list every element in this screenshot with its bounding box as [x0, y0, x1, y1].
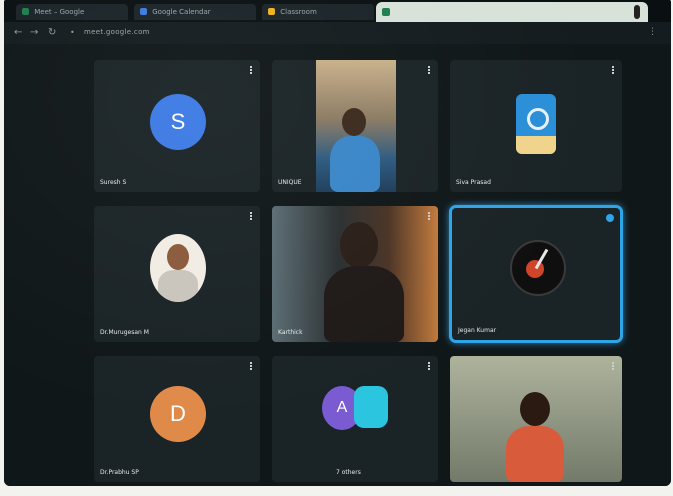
- url-field[interactable]: meet.google.com: [84, 28, 150, 36]
- participant-tile[interactable]: [450, 356, 622, 482]
- active-browser-tab[interactable]: [376, 2, 648, 24]
- person-figure: [324, 266, 404, 342]
- logo-base: [516, 136, 556, 154]
- person-figure: [340, 222, 378, 268]
- person-figure: [520, 392, 550, 426]
- participant-tile[interactable]: Karthick: [272, 206, 438, 342]
- profile-logo: [516, 94, 556, 154]
- back-arrow-icon[interactable]: ←: [14, 27, 22, 39]
- participant-tile[interactable]: Dr.Murugesan M: [94, 206, 260, 342]
- calendar-favicon-icon: [140, 8, 147, 15]
- participant-video: [316, 60, 396, 192]
- classroom-favicon-icon: [268, 8, 275, 15]
- meet-stage: S Suresh S UNIQUE Siva Prasad Dr.Muruges…: [4, 44, 671, 486]
- participant-name: Karthick: [278, 329, 303, 336]
- participant-tile[interactable]: S Suresh S: [94, 60, 260, 192]
- more-options-icon[interactable]: [250, 66, 254, 74]
- more-options-icon[interactable]: [428, 362, 432, 370]
- monitor-screen: Meet – Google Google Calendar Classroom …: [4, 0, 671, 486]
- address-bar-row: ← → ↻ • meet.google.com ⋮: [4, 22, 671, 44]
- person-figure: [506, 426, 564, 482]
- participant-tile-group[interactable]: A 7 others: [272, 356, 438, 482]
- browser-tab[interactable]: Google Calendar: [134, 4, 256, 20]
- person-figure: [167, 244, 189, 270]
- forward-arrow-icon[interactable]: →: [30, 27, 38, 39]
- avatar: D: [150, 386, 206, 442]
- participant-name: UNIQUE: [278, 179, 302, 186]
- tab-close-icon[interactable]: [634, 5, 640, 19]
- person-figure: [158, 270, 198, 302]
- more-options-icon[interactable]: [612, 362, 616, 370]
- avatar: [150, 234, 206, 302]
- tab-label: Classroom: [280, 8, 317, 16]
- guitar-icon: [526, 260, 544, 278]
- more-options-icon[interactable]: [612, 66, 616, 74]
- participant-name: 7 others: [336, 469, 361, 476]
- more-options-icon[interactable]: [250, 362, 254, 370]
- participant-name: Dr.Prabhu SP: [100, 469, 139, 476]
- participant-tile[interactable]: D Dr.Prabhu SP: [94, 356, 260, 482]
- tab-label: Meet – Google: [34, 8, 85, 16]
- logo-emblem-icon: [527, 108, 549, 130]
- participant-name: Jegan Kumar: [458, 327, 497, 334]
- more-options-icon[interactable]: [250, 212, 254, 220]
- person-figure: [330, 136, 380, 192]
- avatar: S: [150, 94, 206, 150]
- participant-name: Dr.Murugesan M: [100, 329, 149, 336]
- browser-tab[interactable]: Meet – Google: [16, 4, 128, 20]
- participant-tile-speaking[interactable]: Jegan Kumar: [452, 208, 620, 340]
- lock-icon: •: [70, 28, 75, 37]
- more-options-icon[interactable]: [428, 66, 432, 74]
- avatar: [354, 386, 388, 428]
- browser-menu-icon[interactable]: ⋮: [648, 27, 657, 37]
- meet-favicon-icon: [22, 8, 29, 15]
- participant-name: Suresh S: [100, 179, 127, 186]
- profile-logo: [510, 240, 566, 296]
- speaking-indicator-icon: [606, 214, 614, 222]
- reload-icon[interactable]: ↻: [48, 27, 56, 39]
- participant-tile[interactable]: Siva Prasad: [450, 60, 622, 192]
- person-figure: [342, 108, 366, 136]
- participant-tile[interactable]: UNIQUE: [272, 60, 438, 192]
- tab-favicon-icon: [382, 8, 390, 16]
- more-options-icon[interactable]: [428, 212, 432, 220]
- browser-tab-strip: Meet – Google Google Calendar Classroom: [4, 0, 671, 24]
- browser-tab[interactable]: Classroom: [262, 4, 374, 20]
- participant-name: Siva Prasad: [456, 179, 491, 186]
- tab-label: Google Calendar: [152, 8, 211, 16]
